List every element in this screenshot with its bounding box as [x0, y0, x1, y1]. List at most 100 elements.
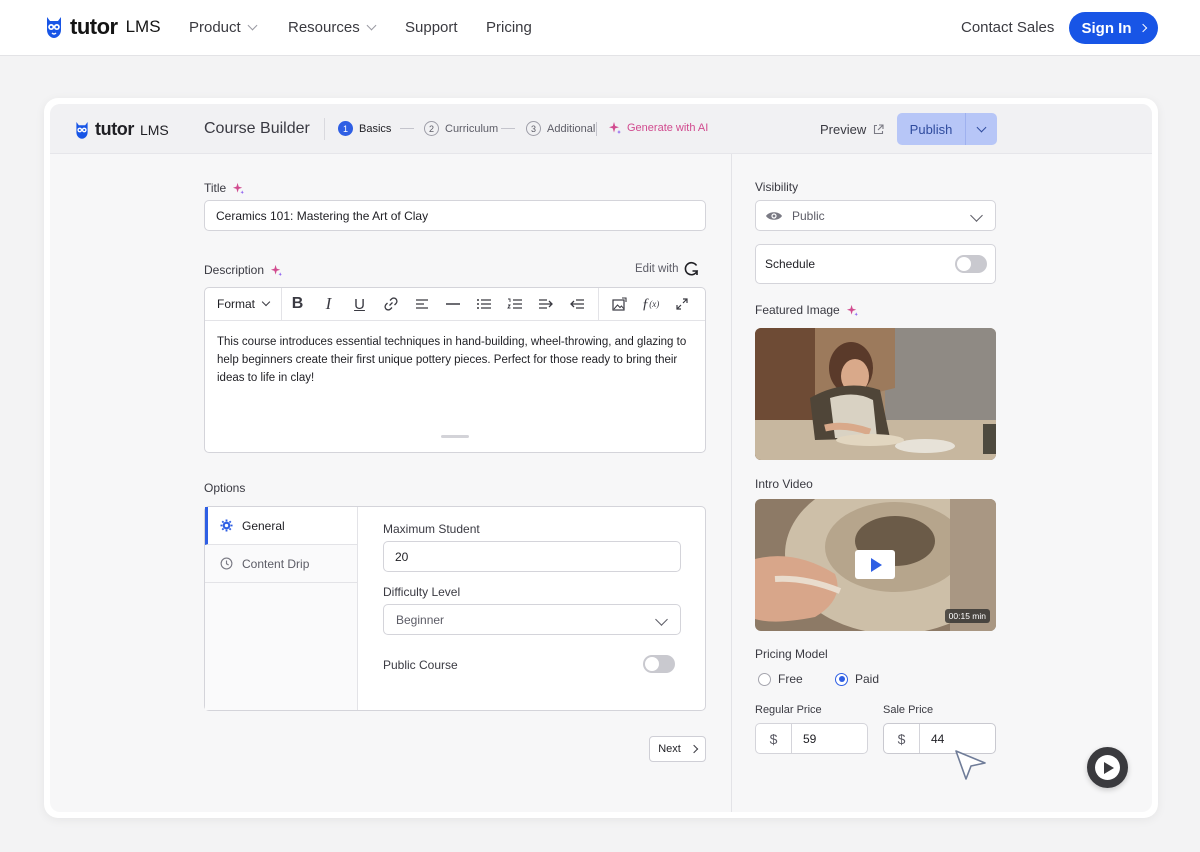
step-number: 1 [338, 121, 353, 136]
pricing-model-label: Pricing Model [755, 647, 828, 661]
tab-content-drip[interactable]: Content Drip [205, 545, 357, 583]
contact-sales-link[interactable]: Contact Sales [961, 19, 1054, 36]
pricing-free-radio[interactable]: Free [758, 672, 803, 686]
chevron-down-icon [247, 20, 258, 31]
nav-product[interactable]: Product [189, 19, 258, 36]
brand-wordmark: tutor [70, 14, 118, 39]
format-label: Format [216, 297, 255, 311]
step-curriculum[interactable]: 2 Curriculum [424, 121, 498, 136]
regular-price-label: Regular Price [755, 704, 822, 716]
radio-circle [758, 672, 771, 686]
external-link-icon [874, 124, 884, 135]
step-label: Additional [547, 122, 596, 135]
sign-in-button[interactable]: Sign In [1069, 12, 1158, 44]
nav-resources-label: Resources [288, 19, 360, 36]
description-label: Description [204, 263, 265, 277]
max-student-input[interactable]: 20 [383, 541, 681, 572]
nav-product-label: Product [189, 19, 241, 36]
general-options: Maximum Student 20 Difficulty Level Begi… [358, 507, 705, 710]
difficulty-select[interactable]: Beginner [383, 604, 681, 635]
gear-icon [220, 519, 233, 532]
top-navigation: tutor LMS Product Resources Support Pric… [0, 0, 1200, 56]
publish-options-dropdown[interactable] [965, 113, 997, 145]
play-icon [871, 557, 882, 572]
builder-header: tutor LMS Course Builder 1 Basics 2 Curr… [50, 104, 1152, 154]
italic-icon[interactable]: I [313, 288, 344, 321]
resize-handle[interactable] [441, 435, 469, 438]
public-course-toggle[interactable] [643, 655, 675, 673]
step-number: 2 [424, 121, 439, 136]
chevron-right-icon [1138, 23, 1147, 33]
sign-in-label: Sign In [1081, 19, 1132, 37]
regular-price-value: 59 [803, 731, 817, 746]
description-text[interactable]: This course introduces essential techniq… [217, 333, 695, 387]
preview-button[interactable]: Preview [820, 122, 884, 137]
publish-button[interactable]: Publish [897, 113, 965, 145]
nav-pricing[interactable]: Pricing [486, 19, 532, 36]
owl-logo-icon [76, 121, 88, 139]
generate-with-ai-label: Generate with AI [627, 122, 709, 134]
chevron-right-icon [689, 744, 699, 754]
format-dropdown[interactable]: Format [205, 287, 282, 321]
play-icon [1095, 755, 1120, 780]
outdent-icon[interactable] [561, 288, 592, 321]
step-number: 3 [526, 121, 541, 136]
featured-image[interactable] [755, 328, 996, 460]
builder-logo: tutor LMS [74, 119, 169, 140]
title-input[interactable]: Ceramics 101: Mastering the Art of Clay [204, 200, 706, 231]
options-tab-list: General Content Drip [205, 507, 358, 710]
intro-video-label: Intro Video [755, 477, 813, 491]
grammarly-icon [685, 261, 699, 276]
insert-image-icon[interactable] [604, 288, 635, 321]
tutor-logo[interactable]: tutor LMS [44, 14, 161, 40]
next-button[interactable]: Next [649, 736, 706, 762]
eye-icon [766, 211, 782, 220]
intro-video[interactable]: 00:15 min [755, 499, 996, 631]
step-additional[interactable]: 3 Additional [526, 121, 595, 136]
formula-icon[interactable]: ƒ (x) [635, 288, 666, 321]
clock-icon [220, 557, 233, 570]
editor-toolbar: Format B I U ƒ (x) [205, 287, 705, 321]
chevron-down-icon [261, 297, 271, 307]
generate-with-ai-button[interactable]: Generate with AI [608, 121, 708, 135]
regular-price-input[interactable]: $ 59 [755, 723, 868, 754]
bold-icon[interactable]: B [282, 288, 313, 321]
builder-brand-wordmark: tutor [95, 119, 134, 139]
visibility-select[interactable]: Public [755, 200, 996, 231]
link-icon[interactable] [375, 288, 406, 321]
page-title: Course Builder [204, 120, 310, 137]
align-left-icon[interactable] [406, 288, 437, 321]
title-label: Title [204, 181, 227, 195]
currency-symbol: $ [756, 724, 792, 753]
nav-support-label: Support [405, 19, 458, 36]
horizontal-rule-icon[interactable] [437, 288, 468, 321]
edit-with-grammarly[interactable]: Edit with [635, 261, 700, 277]
nav-support[interactable]: Support [405, 19, 458, 36]
video-duration-badge: 00:15 min [944, 609, 990, 623]
description-editor[interactable]: Format B I U ƒ (x) This course introduce… [204, 287, 706, 453]
ai-sparkle-icon[interactable] [846, 304, 859, 317]
step-basics[interactable]: 1 Basics [338, 121, 391, 136]
indent-icon[interactable] [530, 288, 561, 321]
schedule-toggle[interactable] [955, 255, 987, 273]
fullscreen-icon[interactable] [666, 288, 697, 321]
nav-resources[interactable]: Resources [288, 19, 377, 36]
ai-sparkle-icon[interactable] [232, 182, 245, 195]
preview-label: Preview [820, 122, 867, 137]
title-label-row: Title [204, 181, 245, 195]
play-video-button[interactable] [855, 550, 895, 579]
radio-circle [835, 672, 848, 686]
sale-price-value: 44 [931, 731, 945, 746]
floating-play-button[interactable] [1087, 747, 1128, 788]
pricing-paid-label: Paid [855, 672, 880, 686]
pricing-paid-radio[interactable]: Paid [835, 672, 879, 686]
course-builder-card: tutor LMS Course Builder 1 Basics 2 Curr… [44, 98, 1158, 818]
public-course-label: Public Course [383, 658, 458, 672]
bullet-list-icon[interactable] [468, 288, 499, 321]
tab-general[interactable]: General [205, 507, 357, 545]
numbered-list-icon[interactable] [499, 288, 530, 321]
featured-image-label-row: Featured Image [755, 303, 859, 317]
toggle-knob [957, 257, 971, 271]
underline-icon[interactable]: U [344, 288, 375, 321]
ai-sparkle-icon[interactable] [270, 264, 283, 277]
